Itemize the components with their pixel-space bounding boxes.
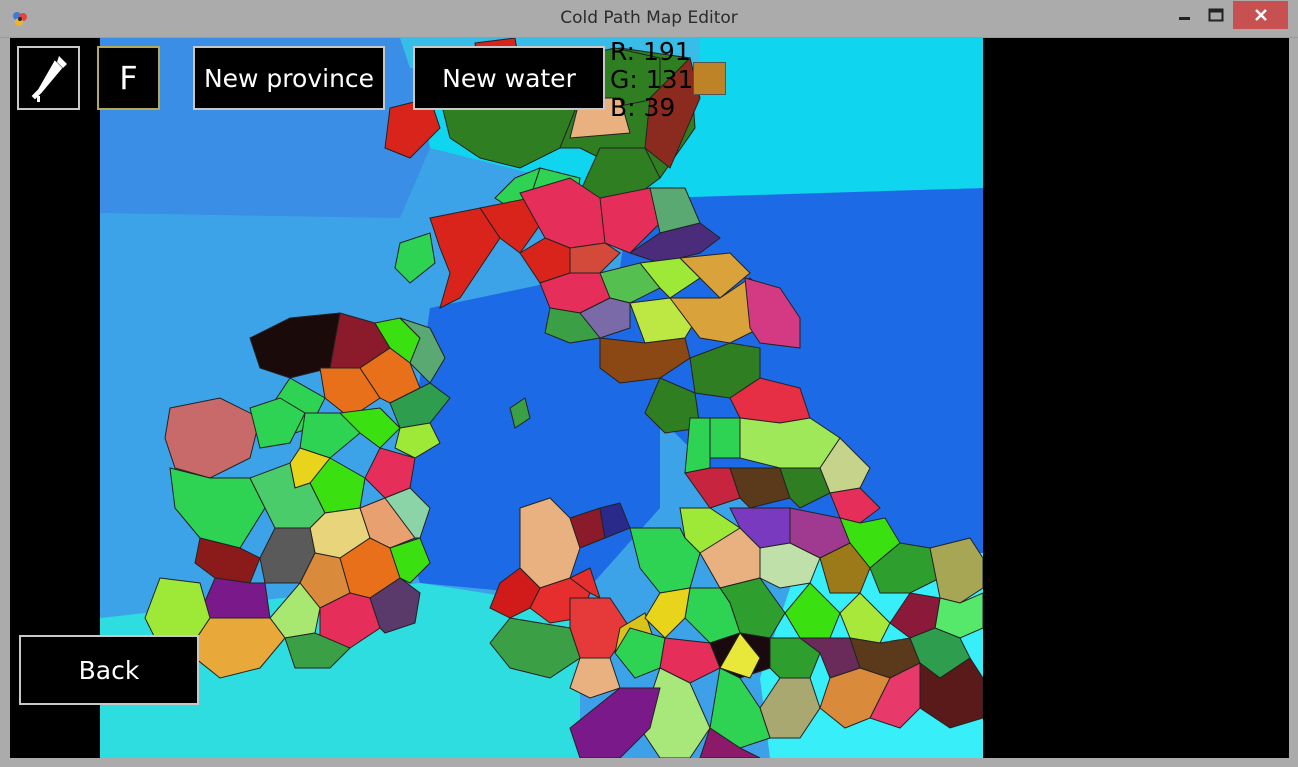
new-water-button[interactable]: New water xyxy=(413,46,605,110)
maximize-icon xyxy=(1208,8,1224,22)
window-border-left xyxy=(0,38,10,767)
eyedropper-button[interactable] xyxy=(17,46,80,110)
editor-canvas: F New province New water R: 191 G: 131 B… xyxy=(10,38,1289,758)
back-button[interactable]: Back xyxy=(19,635,199,705)
color-swatch xyxy=(693,62,726,95)
window-border-right xyxy=(1289,38,1298,767)
color-readout: R: 191 G: 131 B: 39 xyxy=(610,38,693,122)
minimize-icon xyxy=(1179,17,1190,20)
color-b-value: B: 39 xyxy=(610,93,676,122)
close-button[interactable] xyxy=(1233,1,1288,29)
map-view[interactable] xyxy=(100,38,983,758)
new-province-button[interactable]: New province xyxy=(193,46,385,110)
window-title: Cold Path Map Editor xyxy=(560,8,738,28)
f-button[interactable]: F xyxy=(97,46,160,110)
window-border-bottom xyxy=(0,758,1298,767)
close-icon xyxy=(1254,9,1267,21)
color-r-value: R: 191 xyxy=(610,38,691,66)
eyedropper-icon xyxy=(31,56,67,102)
title-bar: Cold Path Map Editor xyxy=(0,0,1298,38)
minimize-button[interactable] xyxy=(1168,1,1202,29)
maximize-button[interactable] xyxy=(1202,1,1230,29)
color-g-value: G: 131 xyxy=(610,65,694,94)
